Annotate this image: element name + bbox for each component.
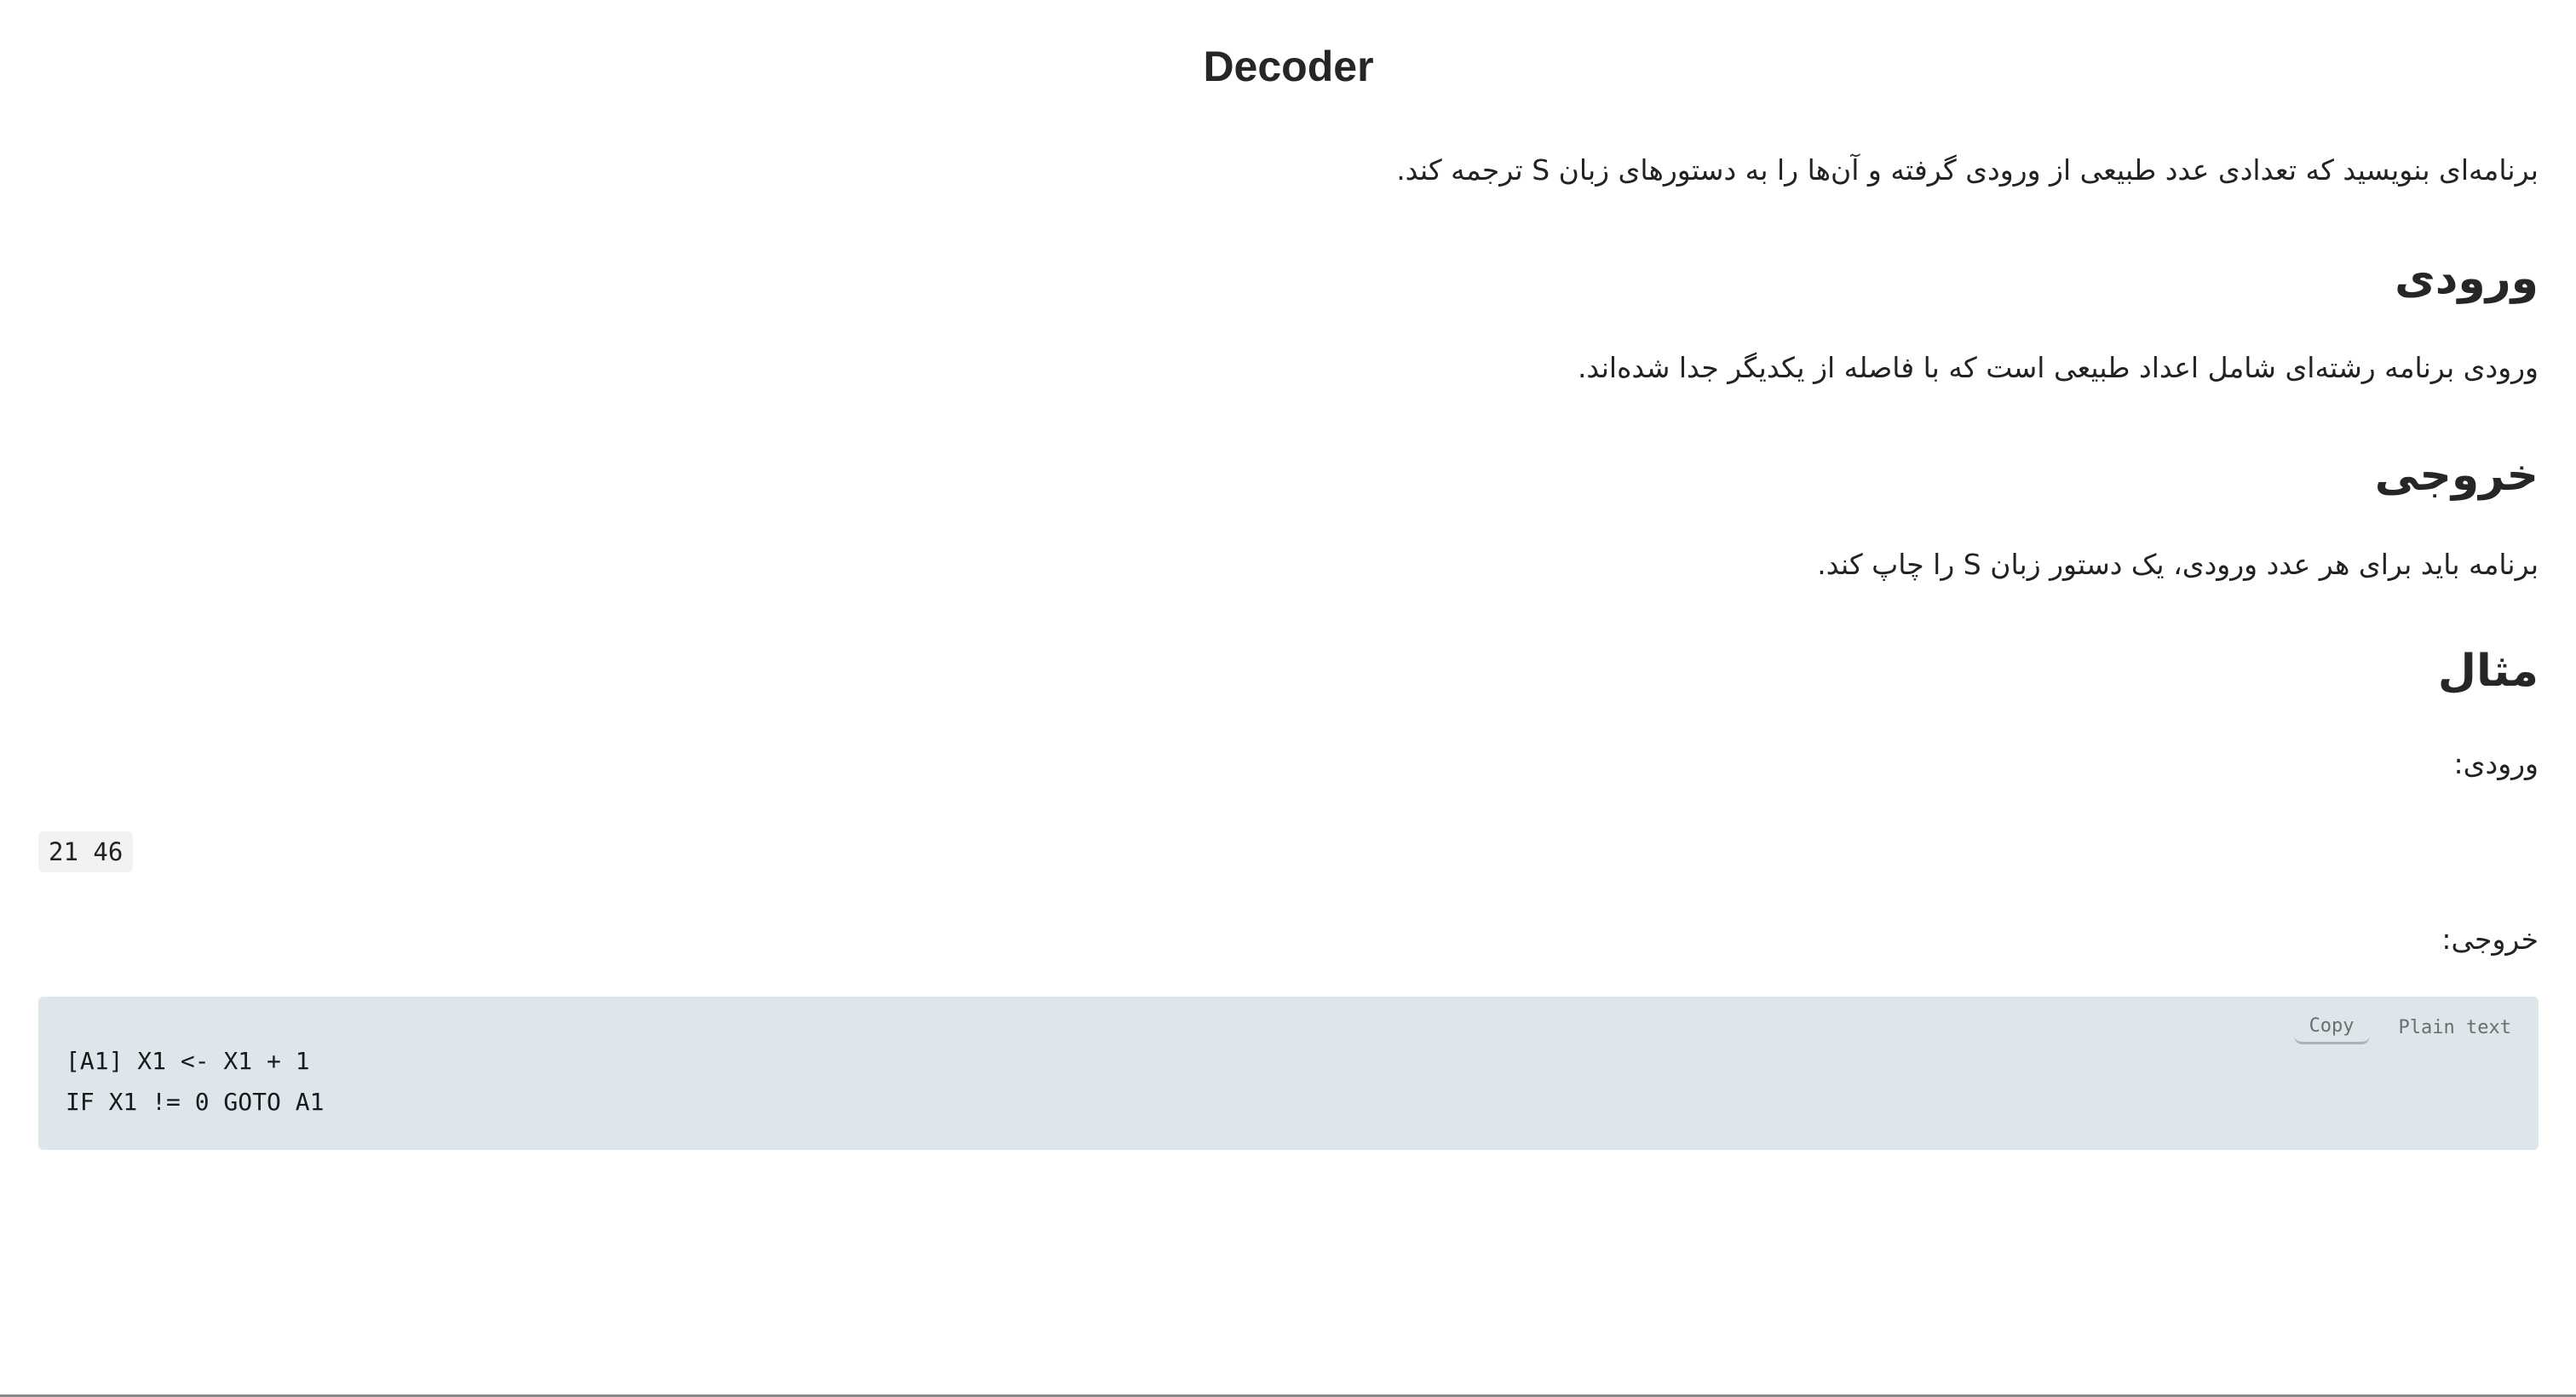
code-toolbar: Copy Plain text — [2293, 1010, 2511, 1044]
code-content: [A1] X1 <- X1 + 1 IF X1 != 0 GOTO A1 — [66, 1041, 324, 1123]
intro-paragraph: برنامه‌ای بنویسید که تعدادی عدد طبیعی از… — [1396, 153, 2539, 187]
code-line: IF X1 != 0 GOTO A1 — [66, 1088, 325, 1116]
example-output-label: خروجی: — [2441, 923, 2539, 956]
output-description: برنامه باید برای هر عدد ورودی، یک دستور … — [1817, 548, 2539, 581]
page-title: Decoder — [1203, 43, 1374, 90]
example-input-value: 21 46 — [38, 831, 134, 872]
code-language-label: Plain text — [2398, 1016, 2511, 1038]
code-line: [A1] X1 <- X1 + 1 — [66, 1047, 310, 1075]
example-output-code-block: Copy Plain text [A1] X1 <- X1 + 1 IF X1 … — [38, 997, 2539, 1150]
example-heading: مثال — [2437, 646, 2539, 697]
copy-button[interactable]: Copy — [2293, 1010, 2370, 1044]
output-heading: خروجی — [2374, 450, 2539, 501]
problem-page: Decoder برنامه‌ای بنویسید که تعدادی عدد … — [38, 0, 2539, 1394]
input-heading: ورودی — [2395, 253, 2539, 304]
example-input-label: ورودی: — [2453, 747, 2539, 780]
input-description: ورودی برنامه رشته‌ای شامل اعداد طبیعی اس… — [1577, 351, 2539, 384]
